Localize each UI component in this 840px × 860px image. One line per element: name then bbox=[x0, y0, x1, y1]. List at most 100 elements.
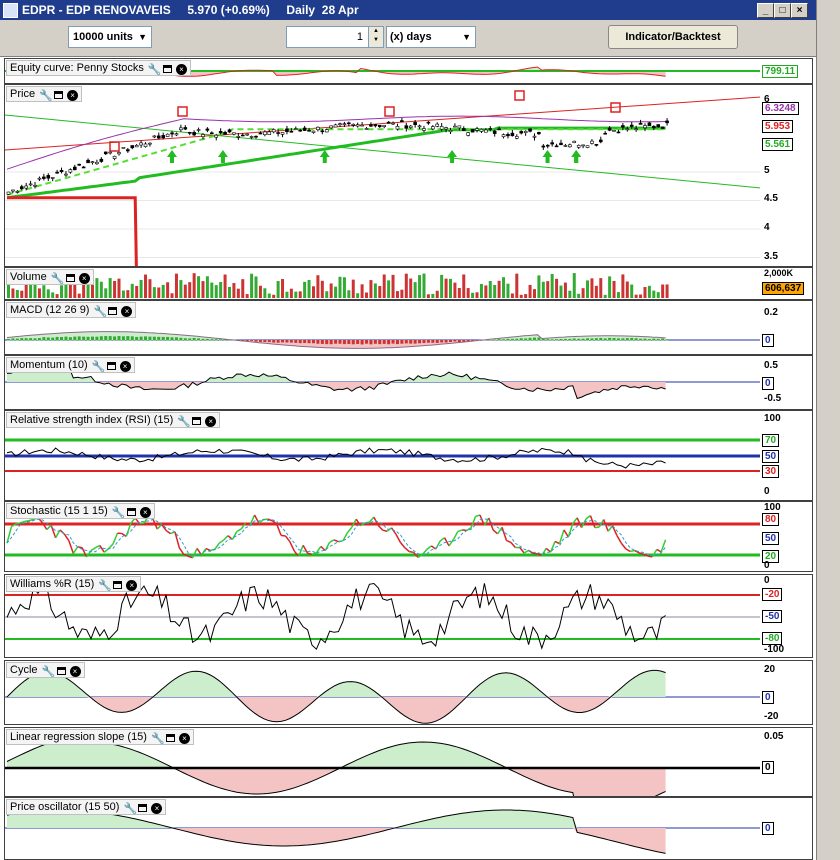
volume-bar bbox=[378, 286, 382, 298]
macd-histogram-bar bbox=[201, 338, 205, 341]
macd-histogram-bar bbox=[440, 340, 444, 343]
volume-bar bbox=[356, 293, 360, 298]
volume-bar bbox=[267, 293, 271, 298]
window-icon[interactable] bbox=[56, 667, 66, 675]
macd-histogram-bar bbox=[378, 340, 382, 345]
close-panel-icon[interactable]: × bbox=[205, 416, 217, 427]
close-panel-icon[interactable]: × bbox=[178, 733, 190, 744]
volume-bar bbox=[316, 275, 320, 298]
spinner-arrows-icon[interactable]: ▲ ▼ bbox=[368, 27, 383, 47]
window-icon[interactable] bbox=[108, 307, 118, 315]
window-icon[interactable] bbox=[165, 734, 175, 742]
stochastic-panel: Stochastic (15 1 15) 🔧 × bbox=[4, 501, 762, 572]
stochastic-k-segment bbox=[399, 541, 406, 549]
window-icon[interactable] bbox=[113, 581, 123, 589]
price-tick: 4 bbox=[764, 222, 770, 233]
wrench-icon[interactable]: 🔧 bbox=[51, 272, 65, 285]
volume-bar bbox=[20, 290, 24, 298]
maximize-icon[interactable]: □ bbox=[774, 3, 791, 18]
close-icon[interactable]: × bbox=[791, 3, 808, 18]
wrench-icon[interactable]: 🔧 bbox=[151, 732, 165, 745]
stochastic-k-segment bbox=[231, 531, 238, 540]
macd-histogram-bar bbox=[449, 340, 452, 342]
close-panel-icon[interactable]: × bbox=[121, 306, 133, 317]
candle-body bbox=[130, 145, 135, 149]
period-unit-select[interactable]: (x) days ▼ bbox=[386, 26, 476, 48]
volume-bar bbox=[586, 280, 590, 298]
close-panel-icon[interactable]: × bbox=[151, 803, 163, 814]
close-panel-icon[interactable]: × bbox=[175, 64, 187, 75]
wrench-icon[interactable]: 🔧 bbox=[42, 665, 56, 678]
window-icon[interactable] bbox=[65, 274, 75, 282]
rsi-tick: 100 bbox=[764, 413, 781, 424]
rsi-panel: Relative strength index (RSI) (15) 🔧 × bbox=[4, 410, 762, 501]
vertical-scrollbar[interactable] bbox=[816, 0, 840, 860]
volume-bar bbox=[126, 290, 130, 298]
equity-title: Equity curve: Penny Stocks bbox=[10, 62, 144, 74]
close-panel-icon[interactable]: × bbox=[119, 361, 131, 372]
wrench-icon[interactable]: 🔧 bbox=[123, 802, 137, 815]
volume-bar bbox=[121, 290, 125, 298]
macd-histogram-bar bbox=[612, 338, 616, 341]
app-icon bbox=[3, 3, 18, 18]
candle-body bbox=[643, 125, 647, 129]
wrench-icon[interactable]: 🔧 bbox=[93, 305, 107, 318]
candle-body bbox=[431, 126, 435, 130]
close-panel-icon[interactable]: × bbox=[126, 580, 138, 591]
candle-body bbox=[90, 161, 95, 164]
wrench-icon[interactable]: 🔧 bbox=[92, 360, 106, 373]
close-panel-icon[interactable]: × bbox=[67, 90, 79, 101]
candle-body bbox=[46, 175, 51, 179]
candle-body bbox=[435, 123, 440, 127]
units-select[interactable]: 10000 units ▼ bbox=[68, 26, 152, 48]
volume-bar bbox=[289, 288, 293, 298]
macd-histogram-bar bbox=[462, 340, 466, 342]
window-icon[interactable] bbox=[106, 362, 116, 370]
close-panel-icon[interactable]: × bbox=[139, 507, 151, 518]
window-icon[interactable] bbox=[192, 417, 202, 425]
macd-histogram-bar bbox=[325, 340, 329, 345]
close-panel-icon[interactable]: × bbox=[69, 666, 81, 677]
window-icon[interactable] bbox=[126, 508, 136, 516]
window-icon[interactable] bbox=[162, 65, 172, 73]
stochastic-k-segment bbox=[452, 531, 459, 540]
stochastic-k-segment bbox=[506, 539, 512, 544]
window-icon[interactable] bbox=[54, 91, 64, 99]
stochastic-k-segment bbox=[409, 550, 414, 554]
macd-histogram-bar bbox=[347, 340, 351, 345]
volume-bar bbox=[161, 284, 165, 298]
macd-histogram-bar bbox=[621, 338, 625, 341]
volume-bar bbox=[351, 279, 355, 298]
macd-histogram-bar bbox=[572, 338, 576, 341]
wrench-icon[interactable]: 🔧 bbox=[98, 579, 112, 592]
macd-histogram-bar bbox=[360, 340, 364, 345]
momentum-panel: Momentum (10) 🔧 × bbox=[4, 355, 762, 410]
indicator-backtest-button[interactable]: Indicator/Backtest bbox=[608, 25, 738, 49]
volume-bar bbox=[245, 294, 249, 298]
wrench-icon[interactable]: 🔧 bbox=[39, 89, 53, 102]
window-icon[interactable] bbox=[138, 804, 148, 812]
wrench-icon[interactable]: 🔧 bbox=[112, 506, 126, 519]
macd-histogram-bar bbox=[320, 340, 324, 344]
chevron-down-icon: ▼ bbox=[138, 32, 147, 42]
wrench-icon[interactable]: 🔧 bbox=[148, 63, 162, 76]
macd-histogram-bar bbox=[130, 336, 134, 341]
close-panel-icon[interactable]: × bbox=[78, 273, 90, 284]
wrench-icon[interactable]: 🔧 bbox=[177, 415, 191, 428]
macd-histogram-bar bbox=[174, 337, 178, 341]
macd-histogram-bar bbox=[356, 340, 360, 344]
volume-bar bbox=[311, 286, 315, 298]
period-spinner[interactable]: 1 ▲ ▼ bbox=[286, 26, 384, 48]
priceosc-header: Price oscillator (15 50) 🔧 × bbox=[6, 799, 167, 815]
volume-bar bbox=[135, 285, 139, 298]
buy-arrow-icon bbox=[571, 150, 582, 163]
volume-bar bbox=[484, 285, 488, 298]
stochastic-k-segment bbox=[404, 547, 410, 553]
stochastic-k-segment bbox=[139, 522, 145, 525]
momentum-title: Momentum (10) bbox=[10, 359, 88, 371]
minimize-icon[interactable]: _ bbox=[757, 3, 774, 18]
candle-body bbox=[148, 142, 152, 145]
macd-histogram-bar bbox=[586, 338, 590, 341]
candle-body bbox=[15, 191, 20, 193]
volume-bar bbox=[42, 285, 46, 298]
